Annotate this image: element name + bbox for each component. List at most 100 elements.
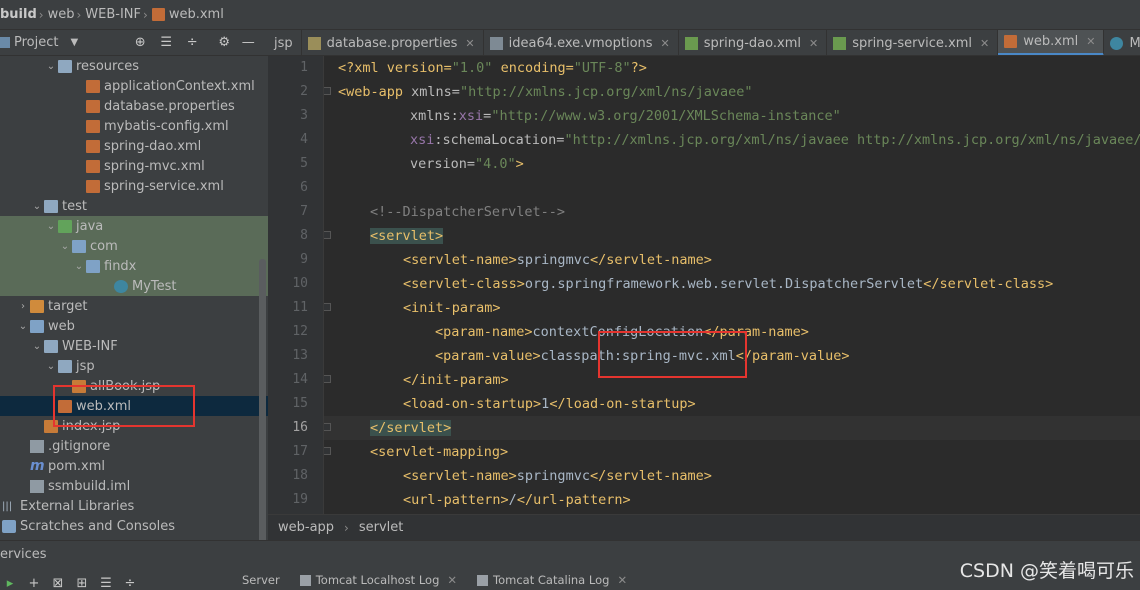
- editor-breadcrumb: web-app › servlet: [268, 514, 1140, 540]
- chevron-icon[interactable]: ⌄: [16, 321, 30, 332]
- tree-item[interactable]: ⌄ test: [0, 196, 268, 216]
- chevron-icon[interactable]: ⌄: [44, 221, 58, 232]
- locate-icon[interactable]: ⊕: [130, 33, 150, 53]
- close-icon[interactable]: ✕: [980, 37, 989, 50]
- code-token: </servlet>: [370, 420, 452, 436]
- chevron-icon[interactable]: ⌄: [58, 241, 72, 252]
- tree-item[interactable]: › target: [0, 296, 268, 316]
- line-number: 10: [292, 276, 308, 291]
- tab-spring-service[interactable]: spring-service.xml ✕: [827, 30, 999, 55]
- line-number: 7: [300, 204, 308, 219]
- tree-item[interactable]: MyTest: [0, 276, 268, 296]
- services-tab-localhost-log[interactable]: Tomcat Localhost Log ✕: [290, 573, 467, 587]
- close-icon[interactable]: ✕: [1086, 35, 1095, 48]
- code-token: <load-on-startup>: [403, 396, 542, 412]
- layout-icon[interactable]: ⊞: [72, 573, 92, 590]
- spring-xml-icon: [833, 36, 847, 50]
- close-icon[interactable]: ✕: [447, 573, 457, 587]
- expand-all-icon[interactable]: ☰: [96, 573, 116, 590]
- chevron-icon[interactable]: ⌄: [30, 341, 44, 352]
- services-tab-server[interactable]: Server: [232, 573, 290, 587]
- tree-item[interactable]: ⌄ jsp: [0, 356, 268, 376]
- tree-item[interactable]: spring-mvc.xml: [0, 156, 268, 176]
- collapse-all-icon[interactable]: ÷: [120, 573, 140, 590]
- chevron-right-icon: ›: [143, 7, 148, 22]
- code-line-18: <servlet-name>springmvc</servlet-name>: [403, 464, 712, 488]
- tab-jsp[interactable]: jsp: [268, 30, 302, 55]
- tree-item[interactable]: mybatis-config.xml: [0, 116, 268, 136]
- fold-marker[interactable]: [324, 87, 331, 95]
- fold-marker[interactable]: [324, 231, 331, 239]
- services-tab-catalina-log[interactable]: Tomcat Catalina Log ✕: [467, 573, 637, 587]
- fold-marker[interactable]: [324, 423, 331, 431]
- tree-item-label: resources: [76, 58, 140, 74]
- tree-item[interactable]: ⌄ com: [0, 236, 268, 256]
- tab-web-xml[interactable]: web.xml ✕: [998, 30, 1105, 55]
- blue-icon: [86, 259, 100, 273]
- log-icon: [299, 574, 311, 586]
- fold-marker[interactable]: [324, 375, 331, 383]
- line-number: 9: [300, 252, 308, 267]
- tree-item[interactable]: spring-dao.xml: [0, 136, 268, 156]
- group-icon[interactable]: ⊠: [48, 573, 68, 590]
- close-icon[interactable]: ✕: [661, 37, 670, 50]
- code-line-19: <url-pattern>/</url-pattern>: [403, 488, 631, 512]
- run-icon[interactable]: ▸: [0, 573, 20, 590]
- code-token: >: [515, 156, 524, 172]
- code-line-7: <!--DispatcherServlet-->: [370, 200, 565, 224]
- blue-icon: [30, 319, 44, 333]
- tab-mytest-java[interactable]: MyTest.java: [1104, 30, 1140, 55]
- tab-idea64-vmoptions[interactable]: idea64.exe.vmoptions ✕: [484, 30, 679, 55]
- tree-item[interactable]: .gitignore: [0, 436, 268, 456]
- code-token: </param-value>: [735, 348, 850, 364]
- chevron-icon[interactable]: ⌄: [44, 361, 58, 372]
- expand-all-icon[interactable]: ☰: [156, 33, 176, 53]
- tree-item[interactable]: spring-service.xml: [0, 176, 268, 196]
- tree-item-label: java: [76, 218, 104, 234]
- spring-xml-icon: [684, 36, 698, 50]
- breadcrumb-build[interactable]: build: [0, 7, 37, 22]
- code-token: <servlet-mapping>: [370, 444, 509, 460]
- close-icon[interactable]: ✕: [809, 37, 818, 50]
- collapse-all-icon[interactable]: ÷: [182, 33, 202, 53]
- tab-spring-dao[interactable]: spring-dao.xml ✕: [679, 30, 828, 55]
- editor-crumb-servlet[interactable]: servlet: [359, 520, 404, 535]
- chevron-icon[interactable]: ⌄: [30, 201, 44, 212]
- code-token: <?xml version=: [338, 60, 452, 76]
- code-token: <param-name>: [435, 324, 533, 340]
- tree-item[interactable]: ||| External Libraries: [0, 496, 268, 516]
- project-view-selector[interactable]: Project ▼: [0, 35, 78, 50]
- breadcrumb-web-inf[interactable]: WEB-INF: [85, 7, 141, 22]
- chevron-icon[interactable]: ⌄: [72, 261, 86, 272]
- gear-icon[interactable]: ⚙: [214, 33, 234, 53]
- tree-item[interactable]: ⌄ java: [0, 216, 268, 236]
- chevron-icon[interactable]: ›: [16, 301, 30, 312]
- close-icon[interactable]: ✕: [617, 573, 627, 587]
- line-number: 19: [292, 492, 308, 507]
- code-editor[interactable]: <?xml version="1.0" encoding="UTF-8"?> <…: [324, 56, 1140, 514]
- tab-database-properties[interactable]: database.properties ✕: [302, 30, 484, 55]
- editor-tabs: jsp database.properties ✕ idea64.exe.vmop…: [268, 30, 1140, 56]
- tree-item[interactable]: ssmbuild.iml: [0, 476, 268, 496]
- fold-marker[interactable]: [324, 303, 331, 311]
- tree-item[interactable]: ⌄ web: [0, 316, 268, 336]
- chevron-icon[interactable]: ⌄: [44, 61, 58, 72]
- fold-marker[interactable]: [324, 447, 331, 455]
- file-icon: [30, 439, 44, 453]
- tree-item[interactable]: ⌄ findx: [0, 256, 268, 276]
- tree-item[interactable]: ⌄ WEB-INF: [0, 336, 268, 356]
- tree-item[interactable]: m pom.xml: [0, 456, 268, 476]
- minimize-icon[interactable]: —: [238, 33, 258, 53]
- breadcrumb-web-xml[interactable]: web.xml: [151, 7, 224, 22]
- tree-scrollbar[interactable]: [259, 259, 266, 540]
- close-icon[interactable]: ✕: [465, 37, 474, 50]
- tree-item[interactable]: Scratches and Consoles: [0, 516, 268, 536]
- tab-label: database.properties: [326, 35, 458, 51]
- add-icon[interactable]: +: [24, 573, 44, 590]
- tree-item[interactable]: ⌄ resources: [0, 56, 268, 76]
- tree-item[interactable]: database.properties: [0, 96, 268, 116]
- tree-item[interactable]: applicationContext.xml: [0, 76, 268, 96]
- breadcrumb-web[interactable]: web: [48, 7, 75, 22]
- xml-file-icon: [1004, 35, 1018, 48]
- editor-crumb-web-app[interactable]: web-app: [278, 520, 334, 535]
